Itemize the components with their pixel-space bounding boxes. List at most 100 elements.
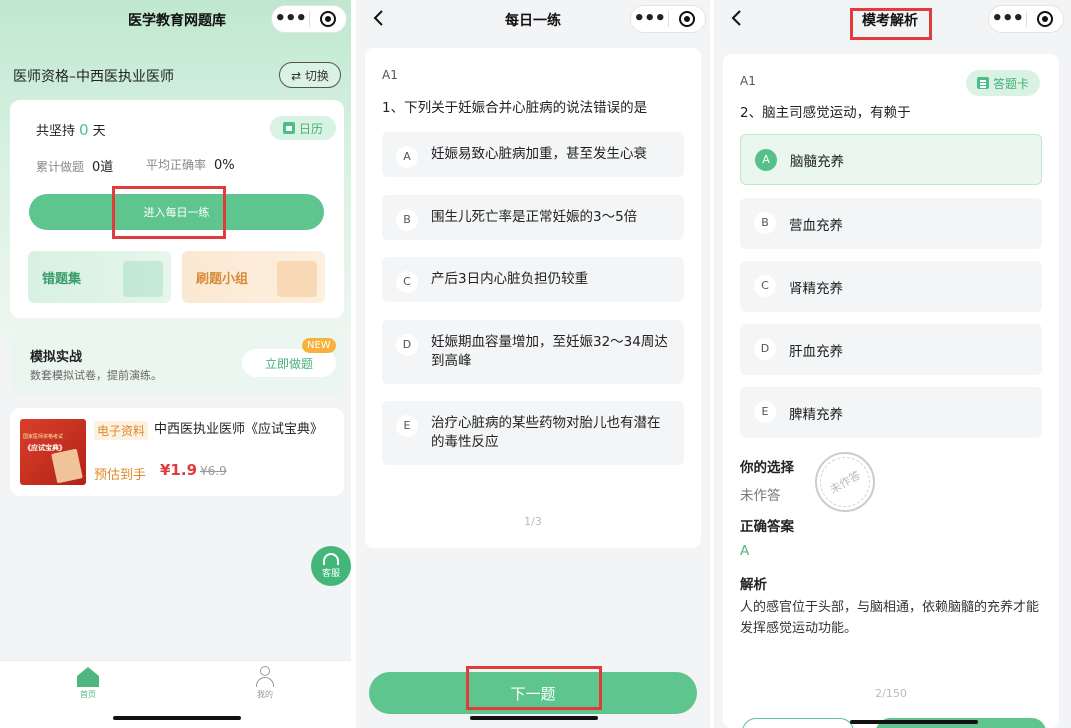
analysis-card: A1 答题卡 2、脑主司感觉运动，有赖于 A 脑髓充养 B 营血充养 C 肾精充… [723, 54, 1059, 728]
home-screen: 医学教育网题库 ••• 医师资格–中西医执业医师 ⇄ 切换 共坚持 0 天 日历 累… [0, 0, 351, 728]
option-text: 治疗心脏病的某些药物对胎儿也有潜在的毒性反应 [431, 415, 661, 450]
home-icon [77, 667, 99, 687]
miniprogram-capsule[interactable]: ••• [630, 5, 706, 33]
answer-sheet-button[interactable]: 答题卡 [966, 70, 1040, 96]
price-original: ¥6.9 [200, 464, 227, 478]
option-d[interactable]: D 肝血充养 [740, 324, 1042, 375]
price-prefix: 预估到手 [94, 468, 147, 483]
switch-exam-button[interactable]: ⇄ 切换 [279, 62, 341, 88]
list-icon [976, 77, 989, 89]
home-indicator [850, 720, 978, 724]
notebook-icon [123, 261, 163, 297]
screenshot-root: 医学教育网题库 ••• 医师资格–中西医执业医师 ⇄ 切换 共坚持 0 天 日历 累… [0, 0, 1071, 728]
option-letter: D [754, 338, 776, 360]
tab-home[interactable]: 首页 [58, 665, 118, 700]
option-letter: D [396, 334, 418, 356]
calendar-button[interactable]: 日历 [270, 116, 336, 140]
option-a[interactable]: A 妊娠易致心脏病加重，甚至发生心衰 [382, 132, 684, 177]
more-icon[interactable]: ••• [989, 6, 1026, 32]
question-text: 1、下列关于妊娠合并心脏病的说法错误的是 [382, 100, 648, 116]
option-letter: E [754, 401, 776, 423]
customer-service-label: 客服 [321, 569, 340, 579]
book-paper-decoration [51, 448, 83, 484]
calendar-icon [282, 122, 295, 134]
practice-group-tile[interactable]: 刷题小组 [182, 251, 325, 303]
your-choice-value: 未作答 [740, 488, 781, 504]
home-indicator [470, 716, 598, 720]
product-card[interactable]: 国家医师资格考试 《应试宝典》 中西医执业医师《应试宝典》 电子资料 预估到手 … [10, 408, 344, 496]
option-text: 肝血充养 [789, 343, 843, 360]
close-miniprogram-icon[interactable] [310, 11, 347, 27]
question-type: A1 [382, 68, 398, 82]
question-pager: 1/3 [524, 515, 542, 528]
tab-mine[interactable]: 我的 [235, 665, 295, 700]
nav-title: 医学教育网题库 [128, 13, 226, 29]
streak-suffix: 天 [92, 124, 106, 139]
start-mock-button[interactable]: 立即做题 [242, 349, 336, 377]
exam-subtitle: 医师资格–中西医执业医师 [13, 69, 174, 85]
exam-analysis-screen: 模考解析 ••• A1 答题卡 2、脑主司感觉运动，有赖于 A 脑髓充养 B 营… [714, 0, 1071, 728]
more-icon[interactable]: ••• [631, 6, 668, 32]
book-cover-image: 国家医师资格考试 《应试宝典》 [20, 419, 86, 485]
option-letter: C [754, 275, 776, 297]
close-miniprogram-icon[interactable] [1027, 11, 1064, 27]
option-text: 脑髓充养 [790, 153, 844, 170]
answer-sheet-label: 答题卡 [992, 76, 1029, 91]
highlight-box [466, 666, 602, 710]
document-icon [277, 261, 317, 297]
stamp-text: 未作答 [810, 447, 880, 517]
miniprogram-capsule[interactable]: ••• [988, 5, 1064, 33]
option-text: 妊娠易致心脏病加重，甚至发生心衰 [431, 146, 647, 162]
option-c[interactable]: C 产后3日内心脏负担仍较重 [382, 257, 684, 302]
back-arrow-icon[interactable] [370, 9, 388, 27]
option-letter: B [396, 209, 418, 231]
mock-exam-card[interactable]: 模拟实战 数套模拟试卷，提前演练。 立即做题 NEW [10, 332, 344, 394]
analysis-text: 人的感官位于头部，与脑相通，依赖脑髓的充养才能发挥感觉运动功能。 [740, 600, 1040, 636]
tab-home-label: 首页 [80, 690, 96, 699]
mock-exam-title: 模拟实战 [30, 350, 83, 365]
streak-prefix: 共坚持 [36, 124, 76, 139]
highlight-box [112, 186, 226, 239]
nav-title: 每日一练 [505, 13, 561, 29]
option-b[interactable]: B 营血充养 [740, 198, 1042, 249]
user-icon [254, 666, 276, 688]
unanswered-stamp: 未作答 [810, 447, 880, 517]
tab-mine-label: 我的 [257, 690, 273, 699]
option-text: 产后3日内心脏负担仍较重 [431, 271, 589, 287]
option-text: 围生儿死亡率是正常妊娠的3～5倍 [431, 209, 638, 225]
option-letter: A [755, 149, 777, 171]
wrong-questions-tile[interactable]: 错题集 [28, 251, 171, 303]
option-e[interactable]: E 治疗心脏病的某些药物对胎儿也有潜在的毒性反应 [382, 401, 684, 465]
option-a[interactable]: A 脑髓充养 [740, 134, 1042, 185]
option-e[interactable]: E 脾精充养 [740, 387, 1042, 438]
your-choice-label: 你的选择 [740, 460, 794, 476]
question-card: A1 1、下列关于妊娠合并心脏病的说法错误的是 A 妊娠易致心脏病加重，甚至发生… [365, 48, 701, 548]
analysis-label: 解析 [740, 577, 767, 593]
mock-exam-desc: 数套模拟试卷，提前演练。 [30, 369, 162, 382]
option-c[interactable]: C 肾精充养 [740, 261, 1042, 312]
practice-group-label: 刷题小组 [196, 271, 249, 287]
stat-total-value: 0道 [92, 160, 114, 175]
correct-answer-label: 正确答案 [740, 519, 794, 535]
book-cover-line1: 国家医师资格考试 [23, 434, 64, 440]
home-indicator [113, 716, 241, 720]
option-d[interactable]: D 妊娠期血容量增加，至妊娠32～34周达到高峰 [382, 320, 684, 384]
headset-icon [323, 553, 339, 565]
option-text: 营血充养 [789, 217, 843, 234]
option-letter: A [396, 146, 418, 168]
customer-service-button[interactable]: 客服 [311, 546, 351, 586]
option-b[interactable]: B 围生儿死亡率是正常妊娠的3～5倍 [382, 195, 684, 240]
option-letter: B [754, 212, 776, 234]
highlight-box [850, 8, 932, 40]
stat-accuracy-label: 平均正确率 [146, 158, 207, 172]
close-miniprogram-icon[interactable] [669, 11, 706, 27]
streak-days: 0 [79, 121, 89, 139]
option-text: 妊娠期血容量增加，至妊娠32～34周达到高峰 [431, 334, 668, 369]
back-arrow-icon[interactable] [728, 9, 746, 27]
previous-button[interactable] [742, 718, 854, 728]
product-tag: 电子资料 [94, 421, 149, 440]
new-badge: NEW [302, 338, 336, 353]
miniprogram-capsule[interactable]: ••• [271, 5, 347, 33]
question-pager: 2/150 [875, 687, 907, 700]
more-icon[interactable]: ••• [272, 6, 309, 32]
